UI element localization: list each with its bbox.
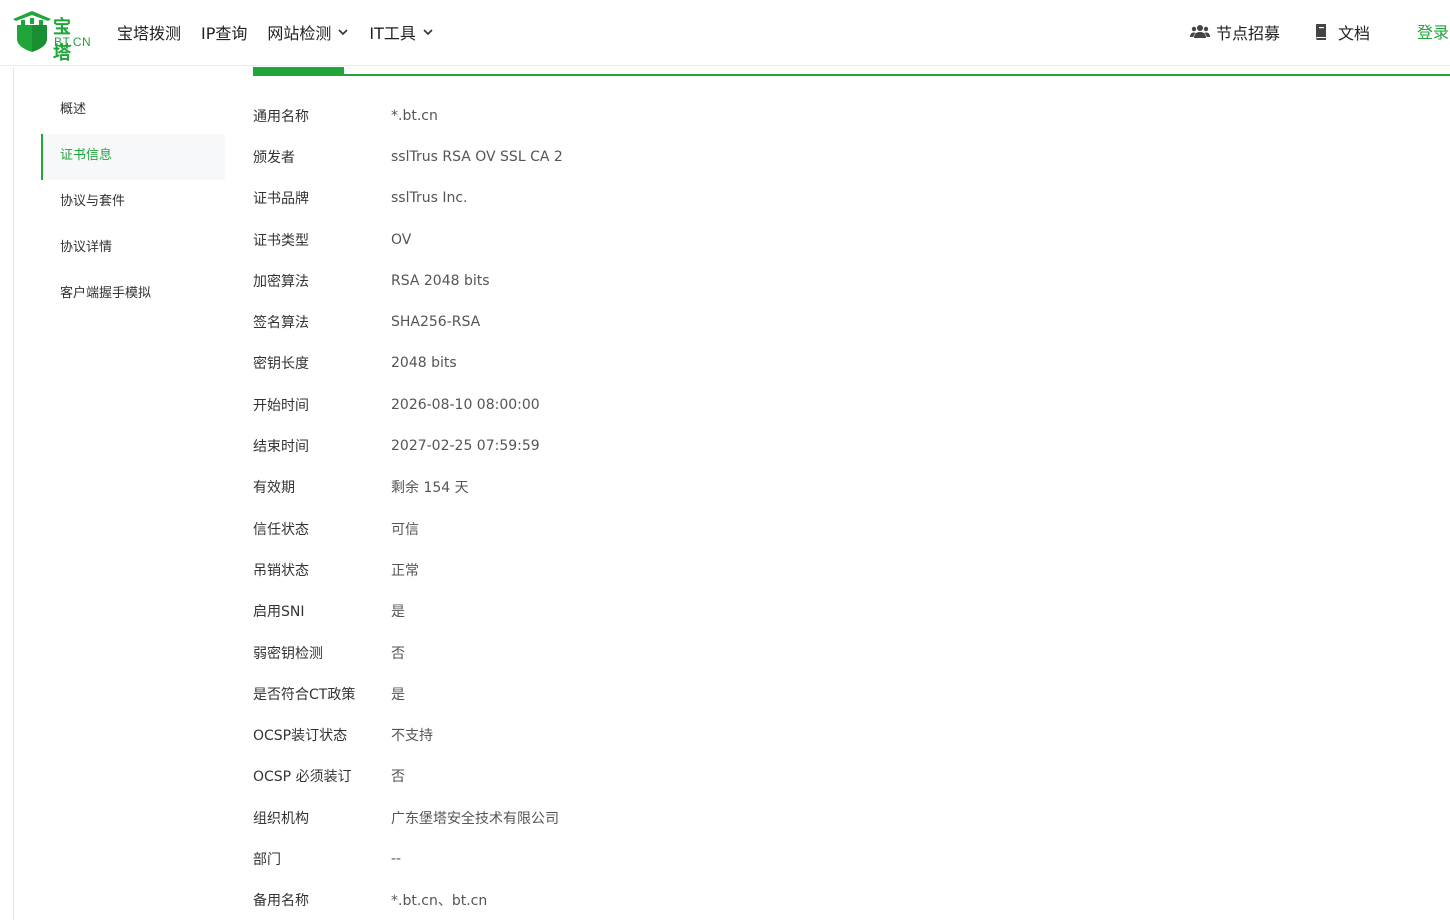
docs-label: 文档	[1338, 24, 1371, 43]
row-value: 是	[391, 686, 405, 703]
table-row: 加密算法 RSA 2048 bits	[253, 260, 1153, 301]
castle-logo-icon	[13, 11, 51, 52]
table-row: 结束时间 2027-02-25 07:59:59	[253, 425, 1153, 466]
nav-dial-test[interactable]: 宝塔拨测	[117, 20, 181, 44]
row-key: 是否符合CT政策	[253, 686, 356, 703]
tab-active-indicator	[253, 67, 344, 75]
table-row: 开始时间 2026-08-10 08:00:00	[253, 384, 1153, 425]
row-key: 组织机构	[253, 810, 309, 827]
left-rail-divider	[13, 67, 14, 920]
sidebar-item-handshake-simulation[interactable]: 客户端握手模拟	[41, 272, 225, 318]
table-row: 证书类型 OV	[253, 219, 1153, 260]
chevron-down-icon	[338, 29, 348, 36]
users-icon	[1190, 25, 1210, 38]
table-row: 有效期 剩余 154 天	[253, 467, 1153, 508]
table-row: 信任状态 可信	[253, 508, 1153, 549]
row-value: RSA 2048 bits	[391, 272, 490, 289]
cert-info-table: 通用名称 *.bt.cn 颁发者 sslTrus RSA OV SSL CA 2 证…	[253, 95, 1153, 920]
table-row: 部门 --	[253, 838, 1153, 879]
row-value: *.bt.cn	[391, 107, 438, 124]
row-value: 可信	[391, 521, 419, 538]
row-key: 备用名称	[253, 893, 309, 910]
row-value: SHA256-RSA	[391, 314, 481, 331]
row-key: 弱密钥检测	[253, 645, 323, 662]
node-recruit-link[interactable]: 节点招募	[1190, 19, 1280, 45]
row-value: 剩余 154 天	[391, 480, 469, 497]
table-row: 颁发者 sslTrus RSA OV SSL CA 2	[253, 136, 1153, 177]
nav-item-label: IT工具	[369, 24, 416, 43]
table-row: OCSP装订状态 不支持	[253, 714, 1153, 755]
table-row: OCSP 必须装订 否	[253, 756, 1153, 797]
row-key: 结束时间	[253, 439, 309, 456]
row-value: 2048 bits	[391, 355, 457, 372]
login-link[interactable]: 登录	[1417, 19, 1449, 43]
table-row: 吊销状态 正常	[253, 549, 1153, 590]
row-value: --	[391, 850, 402, 867]
row-value: OV	[391, 231, 412, 248]
row-key: 吊销状态	[253, 562, 309, 579]
row-key: 证书品牌	[253, 191, 309, 208]
row-key: 启用SNI	[253, 604, 305, 621]
row-key: 签名算法	[253, 315, 309, 332]
nav-site-check[interactable]: 网站检测	[267, 20, 349, 44]
row-key: 颁发者	[253, 149, 295, 166]
row-value: 否	[391, 645, 405, 662]
table-row: 备用名称 *.bt.cn、bt.cn	[253, 880, 1153, 920]
row-value: *.bt.cn、bt.cn	[391, 893, 488, 910]
node-recruit-label: 节点招募	[1216, 24, 1281, 43]
table-row: 证书品牌 sslTrus Inc.	[253, 178, 1153, 219]
nav-it-tools[interactable]: IT工具	[369, 20, 434, 44]
row-key: 通用名称	[253, 108, 309, 125]
row-key: OCSP装订状态	[253, 728, 348, 745]
nav-item-label: IP查询	[201, 24, 248, 43]
table-row: 启用SNI 是	[253, 591, 1153, 632]
nav-item-label: 网站检测	[267, 24, 332, 43]
row-value: sslTrus Inc.	[391, 190, 468, 207]
row-key: 开始时间	[253, 397, 309, 414]
chevron-down-icon	[423, 29, 433, 36]
main-nav: 宝塔拨测 IP查询 网站检测 IT工具	[117, 19, 454, 45]
row-value: 是	[391, 604, 405, 621]
table-row: 弱密钥检测 否	[253, 632, 1153, 673]
table-row: 通用名称 *.bt.cn	[253, 95, 1153, 136]
row-value: 否	[391, 769, 405, 786]
row-key: 有效期	[253, 480, 295, 497]
top-header: 宝塔 BT.CN 宝塔拨测 IP查询 网站检测 IT工具 节点招募 文档 登录	[0, 0, 1450, 66]
tab-underline	[253, 74, 1450, 76]
sidebar-item-cert-info[interactable]: 证书信息	[41, 134, 225, 180]
row-key: 部门	[253, 851, 281, 868]
row-key: OCSP 必须装订	[253, 769, 352, 786]
sidebar-item-protocol-details[interactable]: 协议详情	[41, 226, 225, 272]
row-value: sslTrus RSA OV SSL CA 2	[391, 148, 563, 165]
nav-ip-lookup[interactable]: IP查询	[201, 20, 247, 44]
sidebar-item-protocols-suites[interactable]: 协议与套件	[41, 180, 225, 226]
table-row: 密钥长度 2048 bits	[253, 343, 1153, 384]
row-value: 不支持	[391, 728, 433, 745]
row-value: 正常	[391, 562, 419, 579]
row-key: 信任状态	[253, 521, 309, 538]
row-key: 密钥长度	[253, 356, 309, 373]
brand-name-en: BT.CN	[54, 35, 92, 49]
table-row: 组织机构 广东堡塔安全技术有限公司	[253, 797, 1153, 838]
nav-item-label: 宝塔拨测	[117, 24, 182, 43]
table-row: 签名算法 SHA256-RSA	[253, 301, 1153, 342]
row-value: 广东堡塔安全技术有限公司	[391, 810, 559, 827]
brand-logo[interactable]: 宝塔 BT.CN	[12, 9, 92, 64]
row-key: 证书类型	[253, 232, 309, 249]
row-key: 加密算法	[253, 273, 309, 290]
row-value: 2027-02-25 07:59:59	[391, 438, 540, 455]
sidebar: 概述 证书信息 协议与套件 协议详情 客户端握手模拟	[41, 88, 225, 318]
row-value: 2026-08-10 08:00:00	[391, 396, 540, 413]
sidebar-item-overview[interactable]: 概述	[41, 88, 225, 134]
book-icon	[1316, 24, 1326, 40]
table-row: 是否符合CT政策 是	[253, 673, 1153, 714]
docs-link[interactable]: 文档	[1312, 19, 1370, 45]
